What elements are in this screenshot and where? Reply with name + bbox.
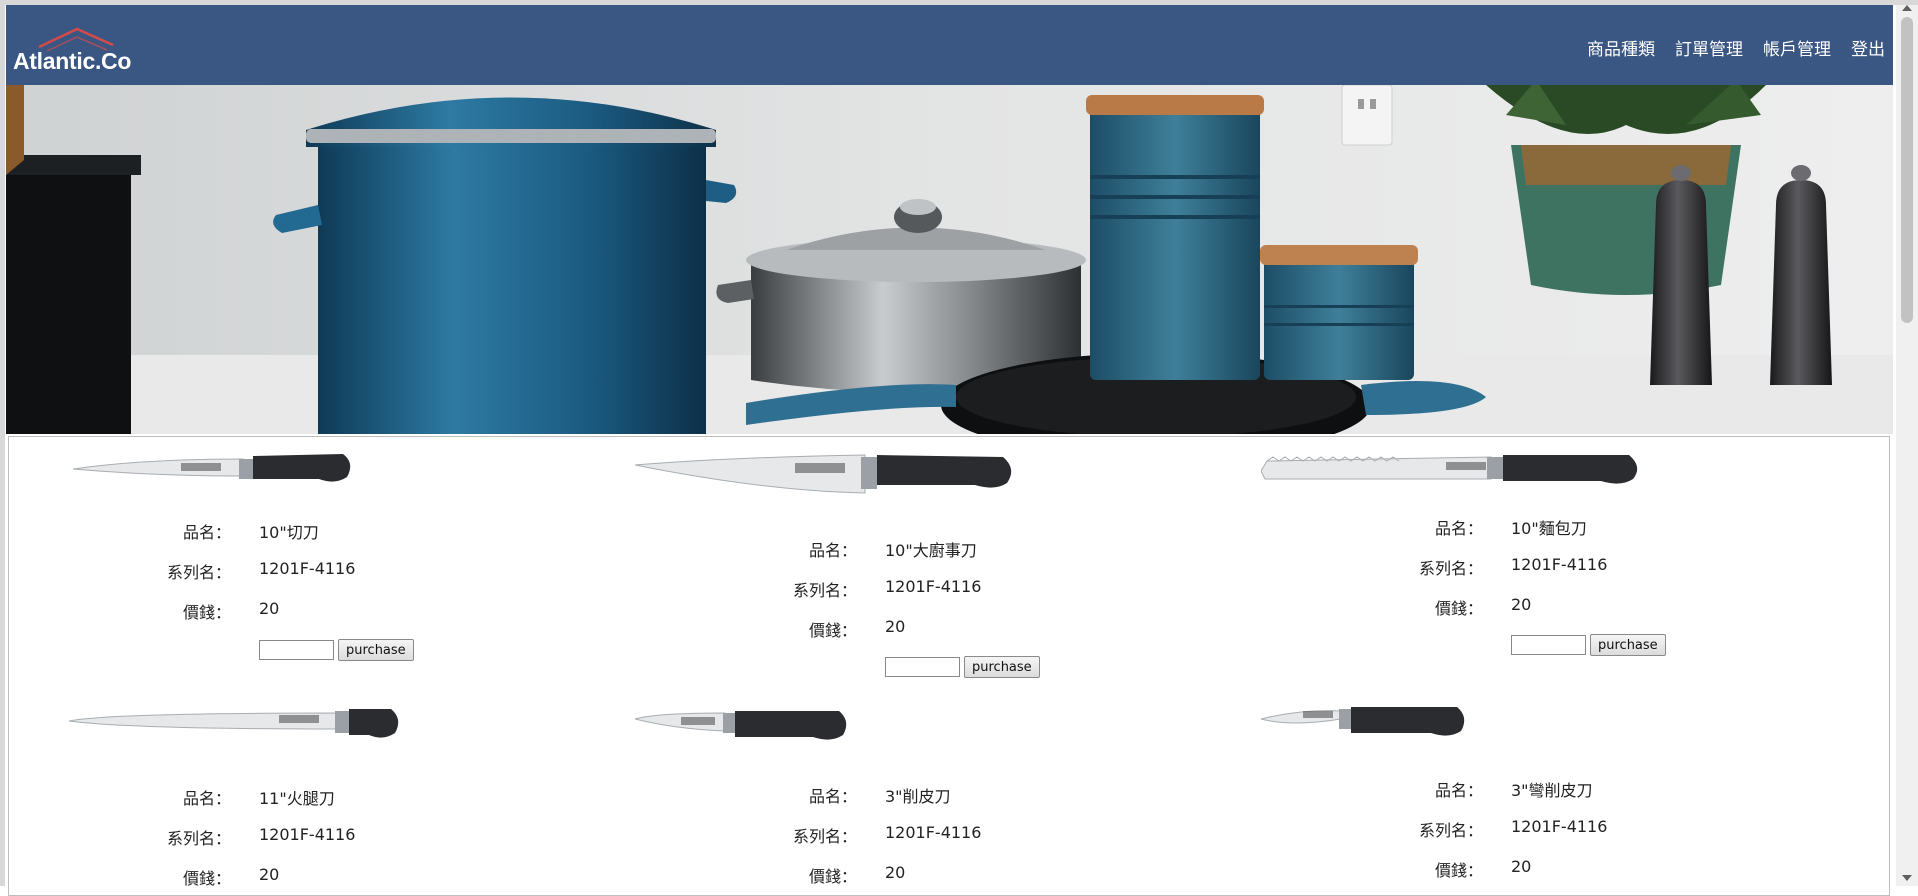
name-label: 品名： <box>808 787 857 806</box>
nav-product-categories[interactable]: 商品種類 <box>1587 35 1655 60</box>
name-label: 品名： <box>1434 519 1483 538</box>
main-nav: 商品種類 訂單管理 帳戶管理 登出 <box>1587 35 1885 60</box>
price-value: 20 <box>259 865 280 884</box>
ham-knife-icon <box>69 709 399 738</box>
series-value: 1201F-4116 <box>1511 817 1608 836</box>
logo-text: Atlantic.Co <box>13 48 132 74</box>
purchase-button[interactable]: purchase <box>338 639 414 661</box>
series-label: 系列名： <box>792 581 857 600</box>
purchase-button[interactable]: purchase <box>1590 634 1666 656</box>
product-name: 10"切刀 <box>259 523 319 542</box>
quantity-input[interactable] <box>885 657 960 677</box>
price-label: 價錢： <box>808 621 857 640</box>
price-value: 20 <box>1511 857 1532 876</box>
price-label: 價錢： <box>808 867 857 886</box>
price-value: 20 <box>885 617 906 636</box>
name-label: 品名： <box>808 541 857 560</box>
brand-logo[interactable]: Atlantic.Co <box>13 25 133 74</box>
chef-knife-icon <box>635 454 1012 494</box>
product-name: 3"削皮刀 <box>885 787 951 806</box>
scroll-up-icon[interactable] <box>1902 5 1912 11</box>
quantity-input[interactable] <box>259 640 334 660</box>
series-label: 系列名： <box>1418 821 1483 840</box>
series-label: 系列名： <box>166 829 231 848</box>
nav-account-management[interactable]: 帳戶管理 <box>1763 35 1831 60</box>
price-value: 20 <box>1511 595 1532 614</box>
series-value: 1201F-4116 <box>1511 555 1608 574</box>
purchase-button[interactable]: purchase <box>964 656 1040 678</box>
quantity-input[interactable] <box>1511 635 1586 655</box>
scroll-down-icon[interactable] <box>1902 875 1912 881</box>
series-value: 1201F-4116 <box>259 559 356 578</box>
product-name: 11"火腿刀 <box>259 789 335 808</box>
nav-order-management[interactable]: 訂單管理 <box>1675 35 1743 60</box>
product-name: 10"麵包刀 <box>1511 519 1587 538</box>
price-label: 價錢： <box>182 603 231 622</box>
product-name: 10"大廚事刀 <box>885 541 977 560</box>
bird-beak-knife-icon <box>1261 707 1465 736</box>
name-label: 品名： <box>182 523 231 542</box>
price-label: 價錢： <box>1434 599 1483 618</box>
bread-knife-icon <box>1261 455 1638 484</box>
price-value: 20 <box>259 599 280 618</box>
nav-logout[interactable]: 登出 <box>1851 35 1885 60</box>
product-list: 品名： 10"切刀 系列名： 1201F-4116 價錢： 20 purchas… <box>8 436 1890 896</box>
series-value: 1201F-4116 <box>885 823 982 842</box>
series-label: 系列名： <box>792 827 857 846</box>
name-label: 品名： <box>182 789 231 808</box>
series-value: 1201F-4116 <box>259 825 356 844</box>
series-value: 1201F-4116 <box>885 577 982 596</box>
page-scrollbar[interactable] <box>1896 0 1918 886</box>
product-name: 3"彎削皮刀 <box>1511 781 1593 800</box>
price-value: 20 <box>885 863 906 882</box>
name-label: 品名： <box>1434 781 1483 800</box>
scrollbar-thumb[interactable] <box>1901 17 1913 323</box>
carving-knife-icon <box>73 454 351 482</box>
price-label: 價錢： <box>1434 861 1483 880</box>
top-navbar: Atlantic.Co 商品種類 訂單管理 帳戶管理 登出 <box>6 5 1893 85</box>
series-label: 系列名： <box>166 563 231 582</box>
series-label: 系列名： <box>1418 559 1483 578</box>
price-label: 價錢： <box>182 869 231 888</box>
hero-banner-image <box>6 85 1893 434</box>
paring-knife-icon <box>635 711 847 740</box>
